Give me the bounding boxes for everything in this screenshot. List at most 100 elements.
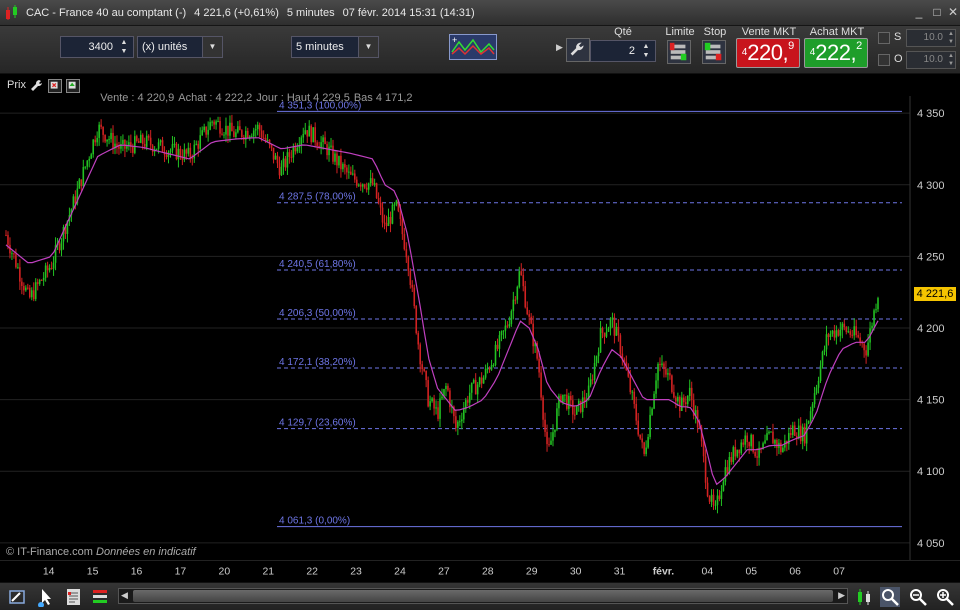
maximize-button[interactable]: □ [930, 5, 944, 19]
x-tick-label: 20 [219, 566, 231, 577]
candle-body [391, 204, 394, 224]
zoom-fit-icon[interactable] [880, 587, 900, 607]
expand-arrow-icon[interactable]: ▶ [556, 42, 563, 53]
candle-body [843, 323, 846, 328]
interval-select[interactable]: 5 minutes ▼ [291, 36, 379, 58]
chevron-down-icon[interactable]: ▼ [358, 37, 378, 57]
zoom-out-icon[interactable] [908, 587, 928, 607]
qty-stepper[interactable]: 2 ▲ ▼ [590, 40, 656, 62]
o-value-field[interactable]: 10.0 ▲ ▼ [906, 51, 956, 69]
sell-order-icon[interactable] [48, 79, 62, 93]
candle-body [482, 377, 485, 384]
stop-order-button[interactable] [702, 40, 726, 64]
fib-level-label: 4 172,1 (38,20%) [279, 357, 356, 368]
scroll-thumb[interactable] [133, 590, 833, 602]
cursor-tool-icon[interactable] [36, 587, 56, 607]
sell-label: Vente MKT [741, 26, 797, 38]
stepper-arrows-icon[interactable]: ▲ ▼ [948, 30, 954, 46]
candle-body [756, 456, 758, 458]
candle-body [25, 287, 27, 291]
candle-body [556, 408, 558, 430]
candle-body [199, 135, 202, 149]
candle-body [629, 376, 632, 393]
quantity-stepper[interactable]: 3400 ▲ ▼ [60, 36, 134, 58]
indicator-list-icon[interactable] [64, 587, 84, 607]
order-book-icon[interactable] [90, 587, 110, 607]
candle-style-icon[interactable] [854, 587, 874, 607]
candle-body [867, 342, 869, 356]
s-checkbox[interactable] [878, 32, 890, 44]
buy-label: Achat MKT [809, 26, 865, 38]
candle-body [407, 257, 410, 271]
y-tick-label: 4 100 [917, 466, 945, 478]
buy-order-icon[interactable] [66, 79, 80, 93]
s-value: 10.0 [923, 32, 943, 43]
candle-body [647, 436, 649, 448]
scroll-right-icon[interactable]: ▶ [838, 590, 845, 601]
chart-scrollbar[interactable]: ◀ ▶ [118, 588, 848, 604]
candle-body [134, 136, 136, 153]
candle-body [706, 482, 709, 497]
candle-body [34, 282, 37, 300]
prix-label[interactable]: Prix [7, 79, 26, 91]
wrench-icon[interactable] [566, 38, 590, 62]
o-checkbox[interactable] [878, 54, 890, 66]
candle-body [213, 121, 215, 125]
candle-body [403, 234, 406, 250]
candle-body [147, 135, 150, 138]
candle-body [340, 155, 342, 170]
candle-body [175, 143, 178, 160]
stepper-arrows-icon[interactable]: ▲ ▼ [117, 38, 131, 56]
candle-body [36, 282, 39, 284]
x-tick-label: 23 [350, 566, 362, 577]
candle-body [409, 270, 412, 285]
candle-body [300, 137, 303, 146]
candle-body [461, 419, 463, 422]
chart-type-button[interactable]: + [449, 34, 497, 60]
candle-body [367, 183, 370, 190]
candle-body [435, 407, 437, 409]
candle-body [92, 139, 94, 155]
candle-body [46, 265, 49, 271]
close-button[interactable]: ✕ [946, 5, 960, 19]
candle-body [357, 184, 360, 186]
candle-body [421, 364, 423, 370]
buy-market-button[interactable]: 4222,2 [804, 38, 868, 68]
candle-body [871, 325, 873, 329]
wrench-icon[interactable] [30, 79, 44, 93]
interval-select-value: 5 minutes [296, 41, 344, 53]
stepper-arrows-icon[interactable]: ▲ ▼ [948, 52, 954, 68]
candle-body [48, 267, 51, 271]
copyright-text: © IT-Finance.com [6, 546, 93, 558]
unit-select[interactable]: (x) unités ▼ [137, 36, 223, 58]
candle-body [239, 126, 241, 131]
draw-tool-icon[interactable] [8, 587, 28, 607]
candle-body [595, 356, 598, 363]
candle-body [875, 309, 877, 311]
candle-body [540, 372, 542, 398]
stepper-arrows-icon[interactable]: ▲ ▼ [639, 42, 653, 60]
x-tick-label: 31 [614, 566, 626, 577]
candle-body [669, 373, 671, 376]
candle-body [581, 397, 584, 412]
candle-body [278, 163, 281, 176]
x-tick-label: 14 [43, 566, 55, 577]
price-chart[interactable]: 4 351,3 (100,00%)4 287,5 (78,00%)4 240,5… [0, 76, 960, 560]
zoom-in-icon[interactable] [935, 587, 955, 607]
candle-body [118, 146, 120, 149]
minimize-button[interactable]: _ [912, 5, 926, 19]
candle-body [502, 330, 505, 332]
candle-body [472, 379, 475, 383]
candle-body [492, 364, 495, 366]
candle-body [169, 150, 172, 153]
candle-body [663, 363, 665, 370]
sell-market-button[interactable]: 4220,9 [736, 38, 800, 68]
candle-body [201, 130, 203, 136]
s-value-field[interactable]: 10.0 ▲ ▼ [906, 29, 956, 47]
candle-body [665, 369, 667, 375]
candle-body [466, 400, 469, 403]
chevron-down-icon[interactable]: ▼ [202, 37, 222, 57]
limit-order-button[interactable] [667, 40, 691, 64]
candle-body [38, 279, 41, 284]
scroll-left-icon[interactable]: ◀ [121, 590, 128, 601]
